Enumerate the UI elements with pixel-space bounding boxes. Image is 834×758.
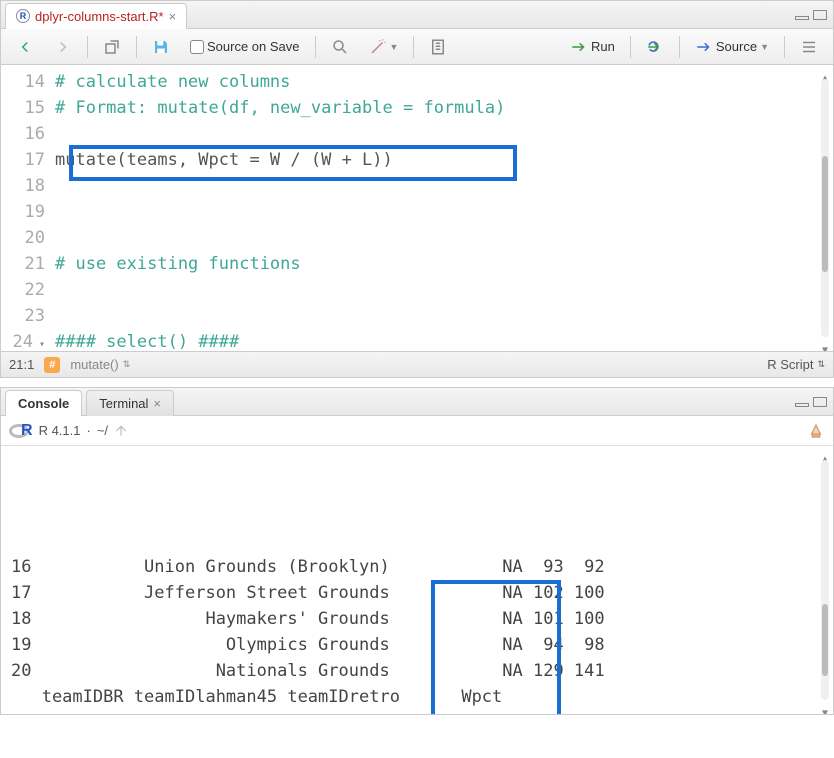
console-scrollbar[interactable]: ▲ ▼ (819, 446, 831, 714)
compile-report-button[interactable] (422, 34, 454, 60)
minimize-pane-icon[interactable] (795, 403, 809, 407)
outline-icon (800, 38, 818, 56)
section-chip-icon[interactable]: # (44, 357, 60, 373)
maximize-pane-icon[interactable] (813, 10, 827, 20)
run-button[interactable]: Run (563, 34, 622, 60)
scroll-up-icon[interactable]: ▲ (819, 66, 831, 78)
tab-terminal[interactable]: Terminal × (86, 390, 174, 416)
chevron-down-icon: ▼ (760, 42, 769, 52)
run-icon (570, 38, 588, 56)
editor-scrollbar[interactable]: ▲ ▼ (819, 65, 831, 351)
scroll-down-icon[interactable]: ▼ (819, 701, 831, 713)
arrow-left-icon (16, 38, 34, 56)
cursor-position: 21:1 (9, 357, 34, 372)
code-editor[interactable]: 1415161718192021222324 ▾ # calculate new… (1, 65, 833, 351)
source-icon (695, 38, 713, 56)
sort-icon: ⇅ (817, 359, 825, 370)
console-tab-bar: Console Terminal × (1, 388, 833, 416)
clear-console-icon[interactable] (807, 422, 825, 440)
r-logo-icon: R (9, 422, 33, 440)
editor-tab[interactable]: R dplyr-columns-start.R* × (5, 3, 187, 29)
show-in-new-window-button[interactable] (96, 34, 128, 60)
save-icon (152, 38, 170, 56)
run-label: Run (591, 39, 615, 54)
source-button[interactable]: Source ▼ (688, 34, 776, 60)
checkbox-icon (190, 40, 204, 54)
chevron-down-icon: ▼ (390, 42, 399, 52)
save-button[interactable] (145, 34, 177, 60)
code-tools-button[interactable]: ▼ (362, 34, 406, 60)
source-on-save-toggle[interactable]: Source on Save (183, 35, 307, 58)
line-gutter: 1415161718192021222324 ▾ (1, 65, 55, 351)
close-icon[interactable]: × (169, 9, 177, 24)
r-file-icon: R (16, 9, 30, 23)
editor-tab-bar: R dplyr-columns-start.R* × (1, 1, 833, 29)
rerun-button[interactable] (639, 34, 671, 60)
arrow-right-icon (54, 38, 72, 56)
notebook-icon (429, 38, 447, 56)
popout-icon (103, 38, 121, 56)
source-label: Source (716, 39, 757, 54)
wand-icon (369, 38, 387, 56)
forward-button[interactable] (47, 34, 79, 60)
console-info-bar: R R 4.1.1 · ~/ (1, 416, 833, 446)
outline-button[interactable] (793, 34, 825, 60)
r-version: R 4.1.1 (39, 423, 81, 438)
tab-console[interactable]: Console (5, 390, 82, 416)
console-output[interactable]: ▲ ▼ 16 Union Grounds (Brooklyn) NA 93 92… (1, 446, 833, 714)
language-mode[interactable]: R Script (767, 357, 813, 372)
maximize-pane-icon[interactable] (813, 397, 827, 407)
working-dir[interactable]: ~/ (97, 423, 108, 438)
minimize-pane-icon[interactable] (795, 16, 809, 20)
rerun-icon (646, 38, 664, 56)
scroll-down-icon[interactable]: ▼ (819, 338, 831, 350)
share-icon[interactable] (114, 424, 128, 438)
close-icon[interactable]: × (153, 396, 161, 411)
search-icon (331, 38, 349, 56)
editor-status-bar: 21:1 # mutate() ⇅ R Script ⇅ (1, 351, 833, 377)
code-content[interactable]: # calculate new columns# Format: mutate(… (55, 65, 833, 351)
console-pane: Console Terminal × R R 4.1.1 · ~/ ▲ ▼ 16… (0, 387, 834, 715)
tab-filename: dplyr-columns-start.R* (35, 9, 164, 24)
scroll-up-icon[interactable]: ▲ (819, 447, 831, 459)
find-button[interactable] (324, 34, 356, 60)
sort-icon: ⇅ (123, 359, 131, 370)
separator-dot: · (86, 423, 90, 438)
editor-pane: R dplyr-columns-start.R* × Source on Sav… (0, 0, 834, 378)
editor-toolbar: Source on Save ▼ Run Source ▼ (1, 29, 833, 65)
function-navigator[interactable]: mutate() ⇅ (70, 357, 130, 372)
back-button[interactable] (9, 34, 41, 60)
source-on-save-label: Source on Save (207, 39, 300, 54)
